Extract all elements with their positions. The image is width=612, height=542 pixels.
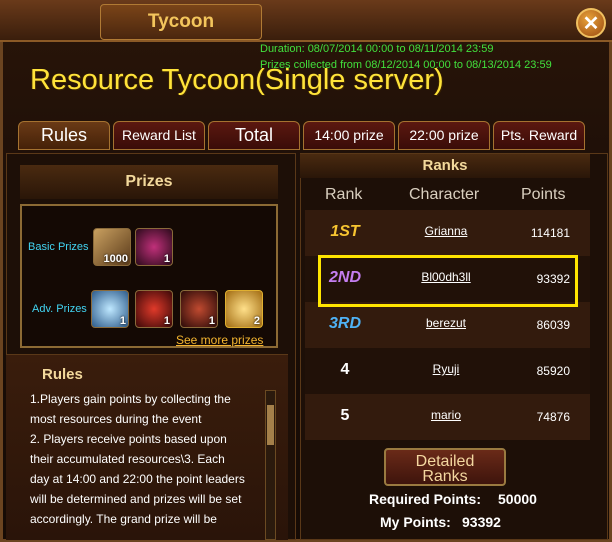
tab-total[interactable]: Total (208, 121, 300, 150)
red-armor-icon[interactable]: 1 (135, 290, 173, 328)
rank-column-header: Rank (325, 186, 363, 203)
points-value: 85920 (536, 364, 570, 378)
points-value: 86039 (536, 318, 570, 332)
detailed-ranks-label-line1: Detailed (415, 453, 475, 470)
points-column-header: Points (521, 186, 566, 203)
item-quantity: 1000 (103, 253, 128, 265)
crystal-icon[interactable]: 1 (91, 290, 129, 328)
item-quantity: 2 (253, 315, 260, 327)
tab-rules[interactable]: Rules (18, 121, 110, 150)
rules-text: 1.Players gain points by collecting the … (30, 389, 260, 529)
required-points-label: Required Points: (369, 491, 482, 507)
basic-prizes-label: Basic Prizes (28, 241, 89, 253)
rules-line: 2. Players receive points based upon (30, 432, 227, 446)
points-value: 114181 (530, 226, 570, 240)
scroll-icon[interactable]: 1000 (93, 228, 131, 266)
character-column-header: Character (409, 186, 480, 203)
rules-line: accordingly. The grand prize will be (30, 512, 217, 526)
rules-line: most resources during the event (30, 412, 202, 426)
scroll-thumb[interactable] (267, 405, 274, 445)
rules-line: their accumulated resources\3. Each (30, 452, 225, 466)
item-quantity: 1 (163, 253, 170, 265)
title-bar (0, 0, 612, 42)
prizes-heading: Prizes (20, 165, 278, 199)
rules-heading: Rules (42, 366, 83, 383)
rules-line: will be determined and prizes will be se… (30, 492, 242, 506)
tab-1400-prize[interactable]: 14:00 prize (303, 121, 395, 150)
character-link[interactable]: mario (386, 408, 506, 422)
rank-label: 5 (340, 407, 350, 424)
potion-icon[interactable]: 1 (135, 228, 173, 266)
my-points-label: My Points: (380, 514, 451, 530)
character-link[interactable]: berezut (386, 316, 506, 330)
rank-label: 1ST (330, 223, 360, 240)
rank-label: 3RD (328, 315, 361, 332)
item-quantity: 1 (163, 315, 170, 327)
rules-line: 1.Players gain points by collecting the (30, 392, 231, 406)
tab-reward-list[interactable]: Reward List (113, 121, 205, 150)
my-points-value: 93392 (462, 514, 501, 530)
ranks-heading: Ranks (300, 154, 590, 178)
tab-pts-reward[interactable]: Pts. Reward (493, 121, 585, 150)
detailed-ranks-label-line2: Ranks (422, 468, 468, 485)
points-value: 74876 (536, 410, 570, 424)
demon-armor-icon[interactable]: 1 (180, 290, 218, 328)
adv-prizes-label: Adv. Prizes (32, 303, 87, 315)
window-title: Tycoon (100, 4, 262, 40)
rank-label: 4 (340, 361, 350, 378)
rules-line: day at 14:00 and 22:00 the point leaders (30, 472, 245, 486)
see-more-prizes-link[interactable]: See more prizes (176, 333, 263, 347)
close-button[interactable]: ✕ (576, 8, 606, 38)
tab-2200-prize[interactable]: 22:00 prize (398, 121, 490, 150)
required-points-value: 50000 (498, 491, 537, 507)
gold-gem-icon[interactable]: 2 (225, 290, 263, 328)
character-link[interactable]: Grianna (386, 224, 506, 238)
rules-scrollbar[interactable] (265, 390, 276, 540)
item-quantity: 1 (208, 315, 215, 327)
item-quantity: 1 (119, 315, 126, 327)
duration-text: Duration: 08/07/2014 00:00 to 08/11/2014… (260, 43, 494, 55)
detailed-ranks-button[interactable]: Detailed Ranks (384, 448, 506, 486)
event-title: Resource Tycoon(Single server) (30, 64, 444, 96)
player-rank-highlight (318, 255, 578, 307)
character-link[interactable]: Ryuji (386, 362, 506, 376)
